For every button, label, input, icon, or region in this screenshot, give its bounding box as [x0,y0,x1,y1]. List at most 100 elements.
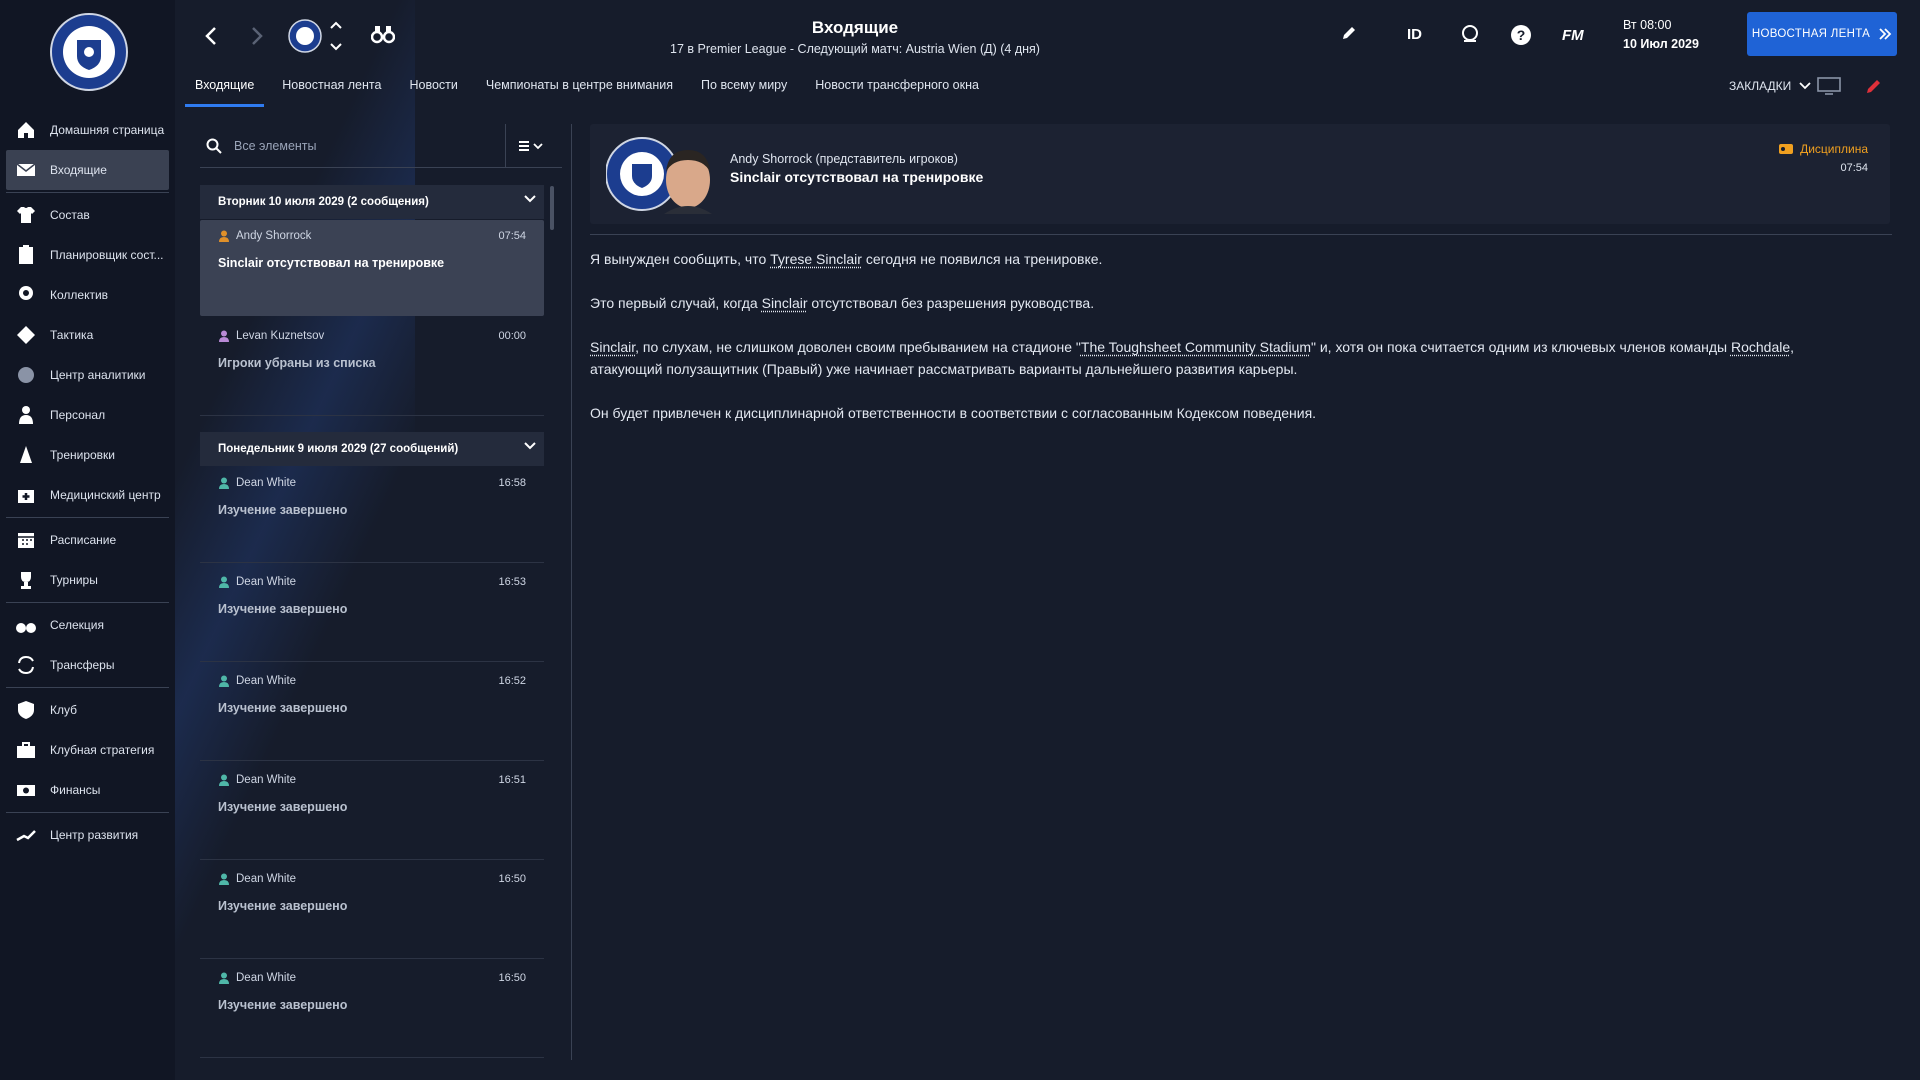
body-text: , [1790,339,1795,355]
tab-1[interactable]: Новостная лента [272,74,391,107]
message-item[interactable]: Andy Shorrock 07:54 Sinclair отсутствовал … [200,220,544,316]
tab-5[interactable]: Новости трансферного окна [805,74,989,107]
message-item[interactable]: Dean White 16:52 Изучение завершено [200,665,544,761]
sidebar-item-analytics[interactable]: Центр аналитики [0,355,175,395]
monitor-icon[interactable] [1817,76,1842,96]
sidebar-item-medical[interactable]: Медицинский центр [0,475,175,515]
list-filter-icon [519,141,543,151]
date-group-header[interactable]: Вторник 10 июля 2029 (2 сообщения) [200,185,544,219]
sidebar-item-tactics[interactable]: Тактика [0,315,175,355]
sidebar-item-shirt[interactable]: Состав [0,195,175,235]
search-divider [505,124,506,168]
filter-button[interactable] [518,138,548,154]
message-item[interactable]: Dean White 16:50 Изучение завершено [200,962,544,1058]
player-link[interactable]: Tyrese Sinclair [770,251,862,267]
sidebar-divider [6,602,169,603]
shield-icon [14,699,38,721]
search-input[interactable] [234,138,504,153]
sender-name: Dean White [236,477,297,489]
date-group-title: Вторник 10 июля 2029 (2 сообщения) [218,196,429,208]
message-item[interactable]: Levan Kuznetsov 00:00 Игроки убраны из спи… [200,320,544,416]
body-text: , по слухам, не слишком доволен своим пр… [635,339,1081,355]
sidebar-item-mail[interactable]: Входящие [6,150,169,190]
help-button[interactable]: ? [1510,24,1532,51]
body-paragraph: Это первый случай, когда Sinclair отсутс… [590,292,1890,314]
sidebar-divider [6,812,169,813]
sender-avatar[interactable] [606,134,722,214]
pencil-icon [1343,27,1355,39]
sender-name: Andy Shorrock [236,230,312,242]
sidebar-divider [6,687,169,688]
shirt-icon [14,204,38,226]
message-item[interactable]: Dean White 16:50 Изучение завершено [200,863,544,959]
red-pencil-icon[interactable] [1865,77,1883,95]
sidebar-item-binoculars[interactable]: Селекция [0,605,175,645]
sidebar-item-cone[interactable]: Тренировки [0,435,175,475]
page-title: Входящие [811,18,899,37]
person-icon [219,774,229,786]
news-feed-button[interactable]: НОВОСТНАЯ ЛЕНТА [1747,12,1897,56]
detail-subject: Sinclair отсутствовал на тренировке [730,169,984,185]
sidebar-item-group[interactable]: Коллектив [0,275,175,315]
date-group-header[interactable]: Понедельник 9 июля 2029 (27 сообщений) [200,432,544,466]
body-paragraph: Я вынужден сообщить, что Tyrese Sinclair… [590,248,1890,270]
message-subject: Изучение завершено [218,800,348,814]
sidebar-item-shield[interactable]: Клуб [0,690,175,730]
sidebar-item-trophy[interactable]: Турниры [0,560,175,600]
bookmarks-menu[interactable]: ЗАКЛАДКИ [1729,76,1883,96]
chevron-down-icon[interactable] [524,195,536,203]
sidebar-item-staff[interactable]: Персонал [0,395,175,435]
tactics-icon [14,324,38,346]
sender-name: Levan Kuznetsov [236,330,325,342]
player-link[interactable]: Sinclair [762,295,808,311]
sidebar-item-label: Турниры [50,573,98,587]
money-icon [14,779,38,801]
fm-button[interactable]: FM [1562,27,1584,44]
game-datetime[interactable]: Вт 08:00 10 Июл 2029 [1623,16,1699,54]
id-button[interactable]: ID [1407,26,1422,43]
page-subtitle[interactable]: 17 в Premier League - Следующий матч: Au… [175,42,1535,56]
sidebar-item-briefcase[interactable]: Клубная стратегия [0,730,175,770]
stadium-link[interactable]: The Toughsheet Community Stadium [1081,339,1311,355]
sidebar-item-trend[interactable]: Центр развития [0,815,175,855]
sidebar-item-clipboard[interactable]: Планировщик сост... [0,235,175,275]
club-link[interactable]: Rochdale [1731,339,1790,355]
sidebar-item-calendar[interactable]: Расписание [0,520,175,560]
sidebar-item-label: Расписание [50,533,117,547]
message-subject: Изучение завершено [218,998,348,1012]
tab-0[interactable]: Входящие [185,74,265,107]
edit-button[interactable] [1340,24,1358,47]
tab-2[interactable]: Новости [399,74,467,107]
sidebar-nav: Домашняя страница Входящие Состав Планировщ… [0,110,175,855]
club-badge[interactable] [50,12,128,92]
category-label: Дисциплина [1800,142,1868,156]
tab-4[interactable]: По всему миру [691,74,797,107]
medical-icon [14,484,38,506]
message-item[interactable]: Dean White 16:53 Изучение завершено [200,566,544,662]
chevron-down-icon[interactable] [524,442,536,450]
search-icon [206,138,222,154]
message-item[interactable]: Dean White 16:58 Изучение завершено [200,467,544,563]
player-link[interactable]: Sinclair [590,339,635,355]
sidebar-item-label: Селекция [50,618,104,632]
body-text: " и, хотя он пока считается одним из клю… [1310,339,1731,355]
sidebar-item-label: Медицинский центр [50,488,161,502]
tab-3[interactable]: Чемпионаты в центре внимания [476,74,683,107]
sidebar-item-transfer[interactable]: Трансферы [0,645,175,685]
message-item[interactable]: Dean White 16:51 Изучение завершено [200,764,544,860]
sidebar-item-home[interactable]: Домашняя страница [0,110,175,150]
category-badge[interactable]: Дисциплина [1778,142,1868,156]
detail-sender[interactable]: Andy Shorrock (представитель игроков) [730,152,958,166]
message-subject: Игроки убраны из списка [218,356,376,370]
message-time: 07:54 [498,230,526,242]
staff-icon [14,404,38,426]
scrollbar[interactable] [550,186,554,230]
person-icon [219,477,229,489]
detail-time: 07:54 [1840,162,1868,174]
analytics-icon [14,364,38,386]
world-button[interactable] [1460,24,1480,49]
top-bar: Входящие 17 в Premier League - Следующий… [175,0,1920,115]
message-subject: Изучение завершено [218,899,348,913]
group-icon [14,284,38,306]
sidebar-item-money[interactable]: Финансы [0,770,175,810]
